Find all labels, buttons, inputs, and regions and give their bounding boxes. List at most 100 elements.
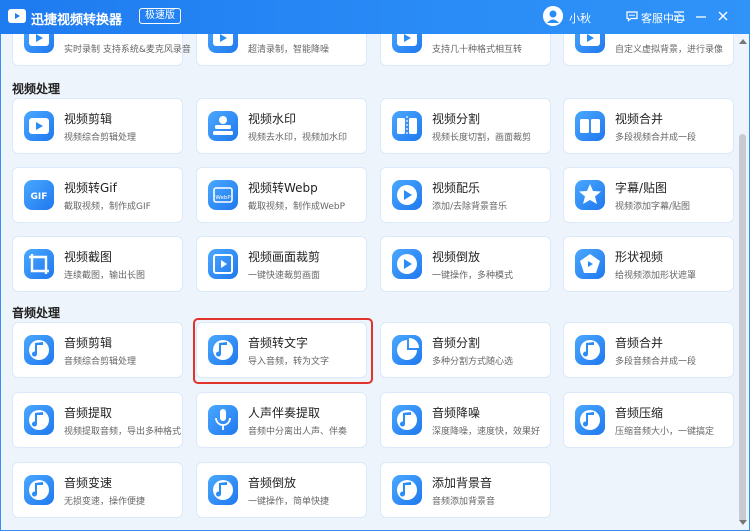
tool-card[interactable]: 自定义虚拟背景，进行录像	[563, 34, 734, 66]
app-name: 迅捷视频转换器	[31, 13, 123, 28]
tool-card-description: 截取视频，制作成GIF	[64, 202, 151, 212]
tool-card[interactable]: 人声伴奏提取 音频中分离出人声、伴奏	[196, 392, 367, 448]
tool-card-title: 添加背景音	[432, 476, 493, 490]
hd-record-icon	[208, 34, 238, 53]
tool-card[interactable]: 音频剪辑 音频综合剪辑处理	[12, 322, 183, 378]
section-title: 音频处理	[12, 306, 61, 320]
virtual-bg-icon	[575, 34, 605, 53]
title-bar: 迅捷视频转换器 极速版 小秋 客服中心	[0, 0, 750, 34]
tool-card-description: 一键操作，简单快捷	[248, 497, 330, 507]
tool-card-title: 视频截图	[64, 250, 113, 264]
tool-card[interactable]: 视频水印视频去水印，视频加水印	[196, 98, 367, 154]
vertical-scrollbar[interactable]	[736, 34, 749, 530]
tool-card[interactable]: 视频剪辑 视频综合剪辑处理	[12, 98, 183, 154]
tool-card[interactable]: 超清录制，智能降噪	[196, 34, 367, 66]
tool-card-title: 视频倒放	[432, 250, 481, 264]
video-reverse-icon	[392, 249, 422, 279]
video-split-icon	[392, 111, 422, 141]
tool-card[interactable]: 音频合并 多段音频合并成一段	[563, 322, 734, 378]
tool-list-area[interactable]: 实时录制 支持系统&麦克风录音 超清录制，智能降噪 支持几十种格式相互转 自定义虚拟背…	[1, 34, 735, 530]
video-watermark-icon	[208, 111, 238, 141]
tool-card-title: 音频提取	[64, 406, 113, 420]
video-screenshot-icon	[24, 249, 54, 279]
audio-extract-icon	[24, 405, 54, 435]
tool-card-description: 一键快速裁剪画面	[248, 271, 321, 281]
tool-card-title: 人声伴奏提取	[248, 406, 321, 420]
scroll-up-arrow-icon[interactable]	[739, 39, 747, 44]
audio-compress-icon	[575, 405, 605, 435]
tool-card-title: 音频分割	[432, 336, 481, 350]
tool-card-description: 压缩音频大小，一键搞定	[615, 427, 715, 437]
tool-card[interactable]: 字幕/贴图视频添加字幕/贴图	[563, 167, 734, 223]
tool-card-description: 视频长度切割，画面裁剪	[432, 133, 532, 143]
tool-card-description: 截取视频，制作成WebP	[248, 202, 346, 212]
audio-merge-icon	[575, 335, 605, 365]
edition-badge: 极速版	[139, 8, 181, 24]
customer-service-icon[interactable]	[626, 10, 638, 22]
tool-card[interactable]: 音频倒放一键操作，简单快捷	[196, 462, 367, 518]
tool-card[interactable]: 音频转文字 导入音频，转为文字	[196, 322, 367, 378]
tool-card[interactable]: 添加背景音音频添加背景音	[380, 462, 551, 518]
tool-card[interactable]: 视频倒放 一键操作，多种模式	[380, 236, 551, 292]
tool-card-title: 视频合并	[615, 112, 664, 126]
tool-card[interactable]: 视频合并 多段视频合并成一段	[563, 98, 734, 154]
audio-to-text-icon	[208, 335, 238, 365]
tool-card[interactable]: 视频画面裁剪一键快速裁剪画面	[196, 236, 367, 292]
tool-card-title: 音频降噪	[432, 406, 481, 420]
tool-card[interactable]: 视频配乐 添加/去除背景音乐	[380, 167, 551, 223]
tool-card-title: 音频转文字	[248, 336, 309, 350]
section-title: 视频处理	[12, 82, 61, 96]
tool-card[interactable]: 视频截图 连续截图，输出长图	[12, 236, 183, 292]
tool-card-description: 音频添加背景音	[432, 497, 496, 507]
audio-edit-icon	[24, 335, 54, 365]
video-music-icon	[392, 180, 422, 210]
video-crop-icon	[208, 249, 238, 279]
scroll-down-arrow-icon[interactable]	[739, 520, 747, 525]
user-avatar-icon[interactable]	[543, 6, 563, 26]
scroll-thumb[interactable]	[739, 134, 746, 522]
close-icon[interactable]	[715, 8, 731, 24]
tool-card-title: 视频剪辑	[64, 112, 113, 126]
tool-card-description: 视频提取音频，导出多种格式	[64, 427, 182, 437]
tool-card-title: 视频画面裁剪	[248, 250, 321, 264]
audio-reverse-icon	[208, 475, 238, 505]
shape-video-icon	[575, 249, 605, 279]
format-convert-icon	[392, 34, 422, 53]
tool-card[interactable]: GIF 视频转Gif 截取视频，制作成GIF	[12, 167, 183, 223]
tool-card-description: 多种分割方式随心选	[432, 357, 514, 367]
tool-card[interactable]: 音频提取视频提取音频，导出多种格式	[12, 392, 183, 448]
tool-card[interactable]: 音频压缩压缩音频大小，一键搞定	[563, 392, 734, 448]
tool-card-title: 字幕/贴图	[615, 181, 668, 195]
video-merge-icon	[575, 111, 605, 141]
tool-card-description: 自定义虚拟背景，进行录像	[615, 45, 724, 55]
tool-card-title: 视频水印	[248, 112, 297, 126]
tool-card-title: 视频转Webp	[248, 181, 318, 195]
tool-card-title: 视频分割	[432, 112, 481, 126]
minimize-icon[interactable]	[693, 8, 709, 24]
tool-card[interactable]: 视频分割视频长度切割，画面裁剪	[380, 98, 551, 154]
subtitle-star-icon	[575, 180, 605, 210]
tool-card[interactable]: 实时录制 支持系统&麦克风录音	[12, 34, 191, 66]
tool-card[interactable]: 音频降噪深度降噪，速度快，效果好	[380, 392, 551, 448]
tool-card-description: 深度降噪，速度快，效果好	[432, 427, 541, 437]
tool-card-description: 视频去水印，视频加水印	[248, 133, 348, 143]
tool-card[interactable]: 形状视频 给视频添加形状遮罩	[563, 236, 734, 292]
add-bg-sound-icon	[392, 475, 422, 505]
audio-denoise-icon	[392, 405, 422, 435]
tool-card[interactable]: 音频变速 无损变速，操作便捷	[12, 462, 183, 518]
tool-card-title: 音频压缩	[615, 406, 664, 420]
tool-card[interactable]: WebP 视频转Webp 截取视频，制作成WebP	[196, 167, 367, 223]
tool-card-title: 音频剪辑	[64, 336, 113, 350]
user-name[interactable]: 小秋	[569, 10, 591, 26]
tool-card-title: 音频倒放	[248, 476, 297, 490]
tool-card-description: 视频添加字幕/贴图	[615, 202, 691, 212]
svg-text:WebP: WebP	[215, 195, 231, 201]
audio-split-icon	[392, 335, 422, 365]
tool-card-title: 音频变速	[64, 476, 113, 490]
menu-icon[interactable]	[671, 8, 687, 24]
tool-card[interactable]: 音频分割多种分割方式随心选	[380, 322, 551, 378]
tool-card[interactable]: 支持几十种格式相互转	[380, 34, 551, 66]
tool-card-title: 视频配乐	[432, 181, 481, 195]
tool-card-title: 视频转Gif	[64, 181, 117, 195]
app-logo-icon	[8, 9, 26, 23]
